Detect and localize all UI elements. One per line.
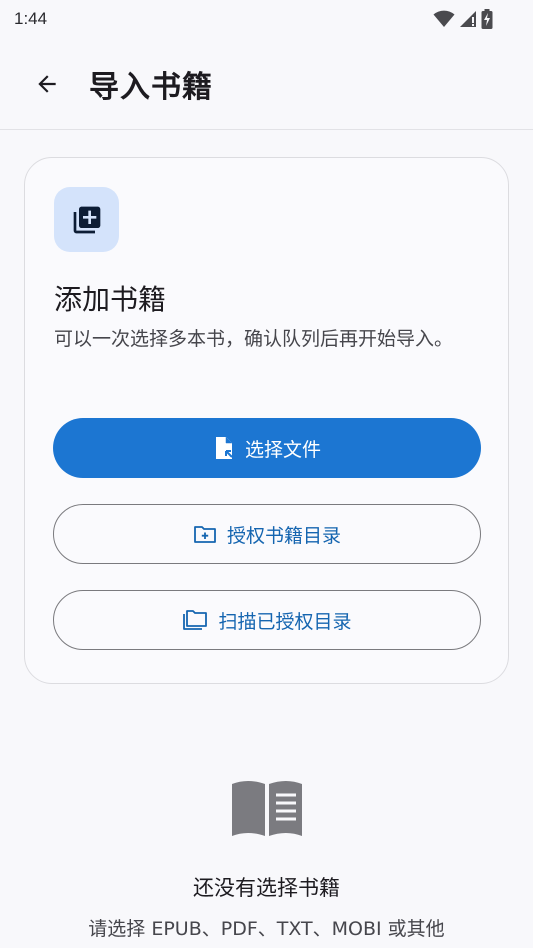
back-button[interactable]: [23, 60, 71, 108]
authorize-folder-label: 授权书籍目录: [226, 524, 341, 547]
select-files-button[interactable]: 选择文件: [53, 418, 481, 478]
arrow-back-icon: [38, 74, 56, 93]
page-title: 导入书籍: [89, 69, 213, 105]
empty-state-description: 请选择 EPUB、PDF、TXT、MOBI 或其他: [88, 918, 445, 940]
top-app-bar: 导入书籍: [0, 38, 533, 130]
file-open-icon: [215, 437, 233, 459]
card-icon-container: [54, 187, 119, 252]
select-files-label: 选择文件: [244, 438, 321, 461]
scan-folders-button[interactable]: 扫描已授权目录: [53, 590, 481, 650]
open-book-icon: [232, 781, 302, 836]
scan-folders-label: 扫描已授权目录: [218, 610, 352, 633]
add-books-card: 添加书籍 可以一次选择多本书，确认队列后再开始导入。 选择文件 授权书籍目录 扫…: [24, 157, 509, 684]
empty-state-title: 还没有选择书籍: [193, 876, 340, 900]
folder-add-icon: [194, 526, 216, 543]
battery-charging-icon: [481, 9, 493, 29]
authorize-folder-button[interactable]: 授权书籍目录: [53, 504, 481, 564]
status-icons: [433, 9, 493, 29]
status-bar: 1:44: [0, 0, 533, 38]
signal-icon: [460, 11, 476, 27]
library-add-icon: [73, 206, 100, 233]
status-time: 1:44: [14, 9, 48, 28]
wifi-icon: [433, 10, 455, 27]
card-description: 可以一次选择多本书，确认队列后再开始导入。: [54, 328, 454, 350]
folders-icon: [183, 610, 208, 630]
card-title: 添加书籍: [54, 283, 167, 316]
